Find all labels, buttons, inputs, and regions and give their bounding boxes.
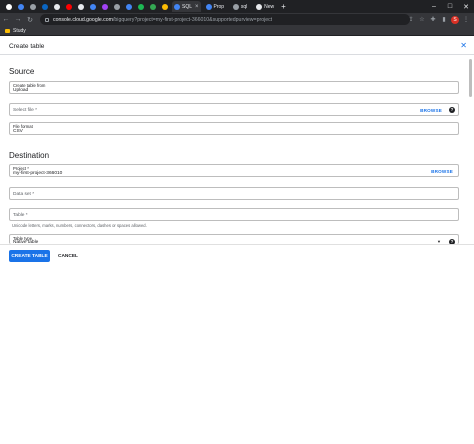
- project-field[interactable]: Project * my-first-project-366010 BROWSE: [9, 164, 459, 177]
- youtube-icon: [65, 3, 72, 10]
- bookmarks-bar: Study: [0, 26, 474, 36]
- close-window-button[interactable]: ✕: [458, 3, 474, 11]
- browser-tab[interactable]: [160, 1, 169, 12]
- panel-header: Create table ✕: [0, 37, 474, 55]
- panel-title: Create table: [9, 43, 45, 50]
- destination-heading: Destination: [9, 151, 50, 160]
- close-tab-icon[interactable]: ×: [195, 4, 199, 10]
- github-icon: [256, 3, 263, 10]
- maximize-button[interactable]: □: [442, 3, 458, 10]
- browser-tab[interactable]: SQL ×: [172, 1, 201, 12]
- chrome-icon: [125, 3, 132, 10]
- url-text: console.cloud.google.com/bigquery?projec…: [53, 17, 272, 23]
- github-icon: [77, 3, 84, 10]
- cloud-icon: [89, 3, 96, 10]
- select-file-field[interactable]: Select file * BROWSE: [9, 103, 459, 116]
- extensions-icon[interactable]: ✚: [429, 16, 437, 23]
- file-format-value: CSV: [13, 129, 23, 134]
- new-tab-button[interactable]: +: [281, 2, 286, 11]
- table-field[interactable]: Table *: [9, 208, 459, 221]
- share-icon[interactable]: ⇪: [407, 16, 415, 23]
- source-heading: Source: [9, 67, 35, 76]
- browser-tab[interactable]: [4, 1, 13, 12]
- dataset-field[interactable]: Data set *: [9, 187, 459, 200]
- tab-label: sql: [240, 3, 248, 10]
- chrome-icon: [17, 3, 24, 10]
- table-hint: Unicode letters, marks, numbers, connect…: [12, 223, 147, 228]
- select-file-placeholder: Select file *: [13, 108, 37, 113]
- browser-tab[interactable]: [64, 1, 73, 12]
- back-icon[interactable]: ←: [0, 16, 12, 23]
- browser-tab[interactable]: [28, 1, 37, 12]
- reload-icon[interactable]: ↻: [24, 16, 36, 24]
- create-from-select[interactable]: Create table from Upload: [9, 81, 459, 94]
- create-table-button[interactable]: CREATE TABLE: [9, 250, 50, 262]
- bookmark-study[interactable]: Study: [13, 28, 26, 34]
- browser-tab[interactable]: [136, 1, 145, 12]
- file-format-select[interactable]: File format CSV: [9, 122, 459, 135]
- panel-footer: CREATE TABLE CANCEL: [0, 244, 474, 266]
- browser-tab[interactable]: [148, 1, 157, 12]
- browser-tab[interactable]: [76, 1, 85, 12]
- create-table-panel: Create table ✕ Source Create table from …: [0, 37, 474, 266]
- gmail-icon: [5, 3, 12, 10]
- browse-file-button[interactable]: BROWSE: [420, 108, 442, 113]
- address-bar[interactable]: console.cloud.google.com/bigquery?projec…: [40, 14, 410, 25]
- minimize-button[interactable]: –: [426, 3, 442, 10]
- star-icon[interactable]: ☆: [418, 16, 426, 23]
- tab-strip: SQL × Prop sql New: [0, 1, 279, 12]
- create-from-value: Upload: [13, 88, 29, 93]
- toolbar-actions: ⇪ ☆ ✚ ▮ S ⋮: [407, 13, 470, 26]
- chrome-icon: [205, 3, 212, 10]
- browser-tab[interactable]: [124, 1, 133, 12]
- scrollbar[interactable]: [469, 59, 472, 259]
- browser-tab[interactable]: [52, 1, 61, 12]
- browser-tab[interactable]: [112, 1, 121, 12]
- browser-tab[interactable]: [16, 1, 25, 12]
- dataset-placeholder: Data set *: [13, 192, 35, 197]
- folder-icon: [5, 28, 10, 33]
- lock-icon: [45, 17, 49, 22]
- tab-label: New: [264, 3, 275, 10]
- browser-tab[interactable]: [40, 1, 49, 12]
- tab-icon: [232, 3, 239, 10]
- url-path: /bigquery?project=my-first-project-36601…: [112, 16, 273, 23]
- browser-tab[interactable]: sql: [229, 1, 251, 12]
- sidebar-icon[interactable]: ▮: [440, 16, 448, 23]
- project-value: my-first-project-366010: [13, 171, 63, 176]
- search-tab-icon: [113, 3, 120, 10]
- menu-icon[interactable]: ⋮: [462, 16, 470, 23]
- profile-avatar[interactable]: S: [451, 15, 459, 24]
- browser-tab[interactable]: [100, 1, 109, 12]
- browse-project-button[interactable]: BROWSE: [431, 169, 453, 174]
- browser-tab[interactable]: Prop: [204, 1, 227, 12]
- close-icon[interactable]: ✕: [460, 41, 467, 50]
- table-type-select[interactable]: Table type Native table ▼: [9, 234, 459, 245]
- tab-icon: [161, 3, 168, 10]
- notion-icon: [53, 3, 60, 10]
- forward-icon[interactable]: →: [12, 16, 24, 23]
- help-icon[interactable]: ?: [449, 107, 455, 113]
- tab-label: SQL: [182, 3, 193, 10]
- url-host: console.cloud.google.com: [53, 16, 113, 23]
- spotify-icon: [137, 3, 144, 10]
- browser-tab-bar: SQL × Prop sql New + – □ ✕: [0, 0, 474, 13]
- window-controls: – □ ✕: [426, 0, 474, 13]
- tab-icon: [29, 3, 36, 10]
- linkedin-icon: [41, 3, 48, 10]
- tab-icon: [101, 3, 108, 10]
- tab-icon: [149, 3, 156, 10]
- browser-toolbar: ← → ↻ console.cloud.google.com/bigquery?…: [0, 13, 474, 26]
- table-placeholder: Table *: [13, 213, 28, 218]
- scrollbar-thumb[interactable]: [469, 59, 472, 97]
- cancel-button[interactable]: CANCEL: [58, 250, 78, 262]
- browser-tab[interactable]: [88, 1, 97, 12]
- sql-tab-icon: [174, 3, 180, 10]
- tab-label: Prop: [213, 3, 225, 10]
- browser-tab[interactable]: New: [254, 1, 276, 12]
